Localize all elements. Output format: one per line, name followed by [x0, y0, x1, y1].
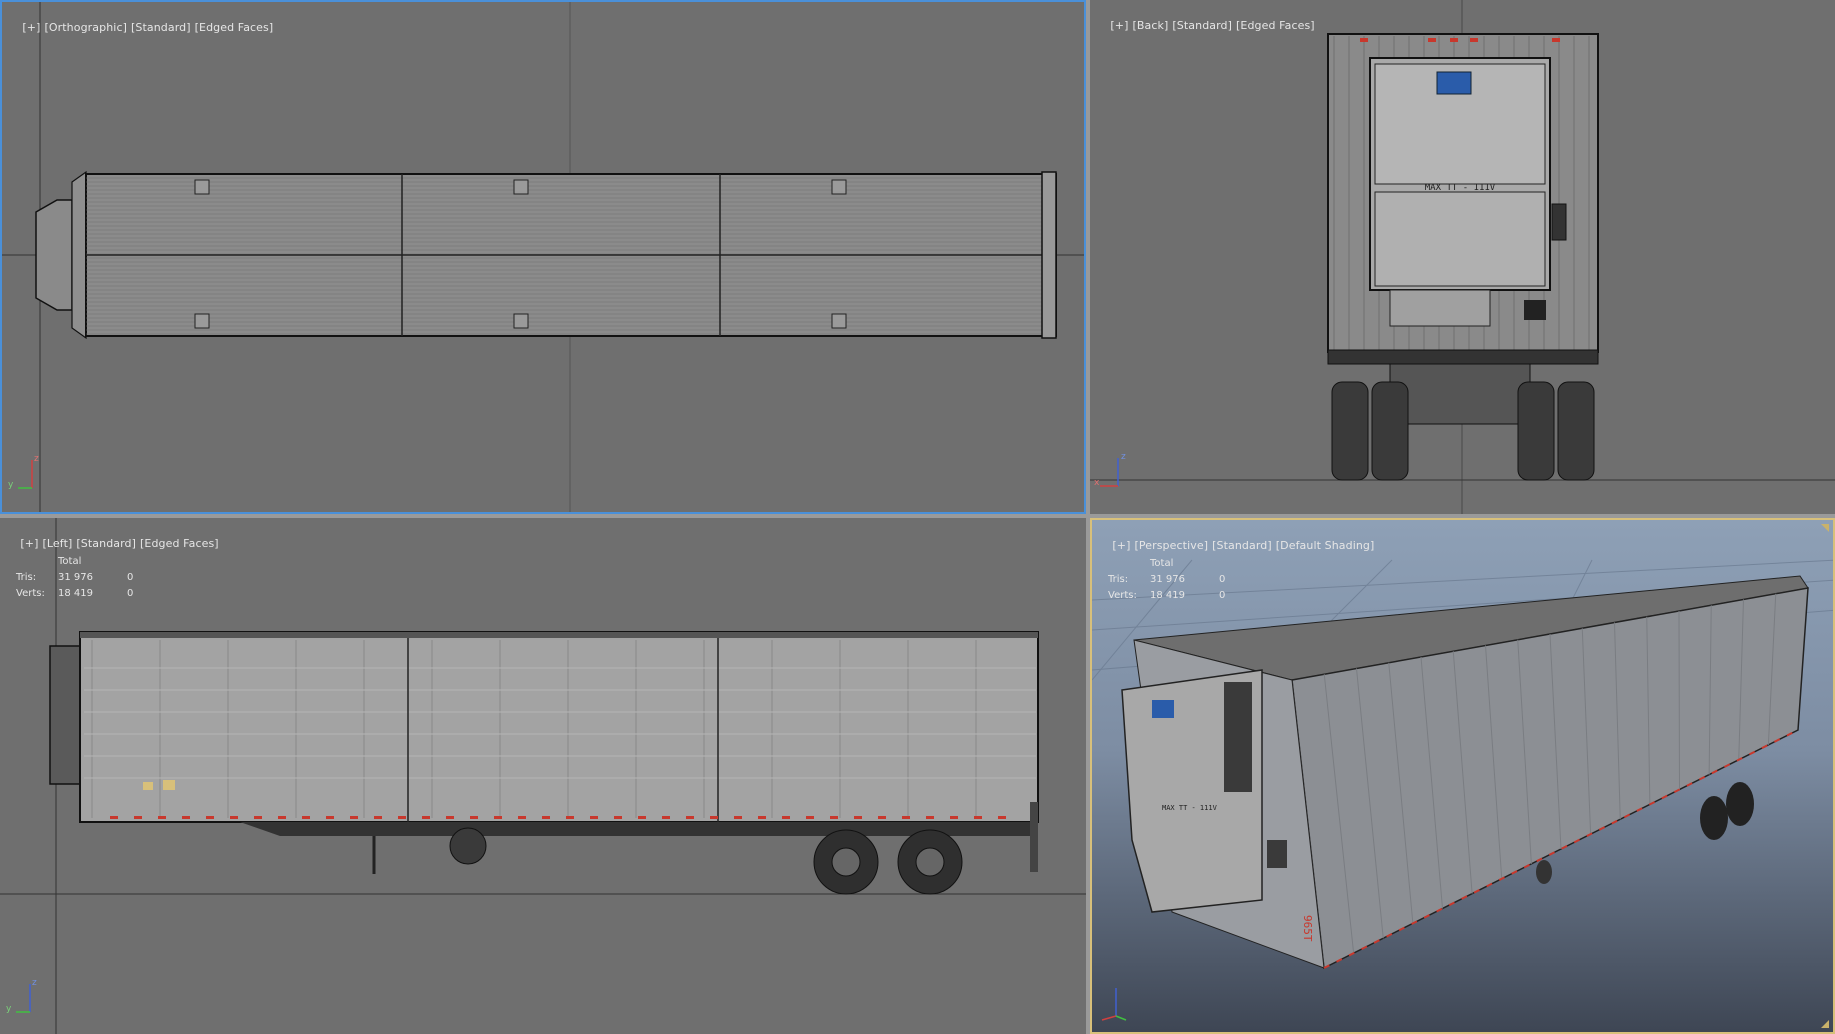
stats-selected: 0: [127, 572, 134, 583]
left-view-trailer: [0, 518, 1086, 1034]
axis-label-vertical: z: [1121, 452, 1126, 462]
view-type[interactable]: [Left]: [43, 537, 73, 550]
marker-light: [638, 816, 646, 819]
stats-label: Tris:: [1108, 574, 1129, 585]
marker-light: [350, 816, 358, 819]
stats-label: Verts:: [1108, 590, 1137, 601]
viewport-left[interactable]: [+] [Left] [Standard] [Edged Faces] Total T…: [0, 518, 1086, 1034]
rear-plate-text: 965T: [1301, 915, 1314, 942]
axis-gizmo: [1098, 982, 1128, 1022]
marker-light: [734, 816, 742, 819]
marker-light: [758, 816, 766, 819]
axis-label-horizontal: y: [6, 1004, 12, 1014]
marker-light: [926, 816, 934, 819]
marker-light: [806, 816, 814, 819]
back-view-trailer: MAX TT - 111V: [1090, 0, 1835, 514]
viewport-menu[interactable]: [+]: [1112, 539, 1130, 552]
top-view-trailer: [2, 2, 1084, 512]
marker-light: [470, 816, 478, 819]
marker-light: [590, 816, 598, 819]
viewport-label-back[interactable]: [+] [Back] [Standard] [Edged Faces]: [1096, 6, 1319, 45]
marker-light: [182, 816, 190, 819]
axis-label-vertical: z: [34, 454, 39, 464]
viewport-back[interactable]: MAX TT - 111V [+] [Back] [Standard] [Edged …: [1090, 0, 1835, 514]
viewport-top[interactable]: [+] [Orthographic] [Standard] [Edged Faces]…: [0, 0, 1086, 514]
viewport-menu[interactable]: [+]: [1110, 19, 1128, 32]
marker-light: [326, 816, 334, 819]
marker-light: [998, 816, 1006, 819]
viewport-menu[interactable]: [+]: [20, 537, 38, 550]
stats-header: Total: [58, 556, 82, 567]
marker-light: [974, 816, 982, 819]
stats-total: 31 976: [1150, 574, 1185, 585]
marker-light: [902, 816, 910, 819]
stats-overlay: Total Tris: 31 976 0 Verts: 18 419 0: [16, 556, 156, 604]
view-mode[interactable]: [Standard]: [131, 21, 191, 34]
marker-light: [158, 816, 166, 819]
marker-light: [782, 816, 790, 819]
marker-light: [110, 816, 118, 819]
stats-overlay: Total Tris: 31 976 0 Verts: 18 419 0: [1108, 558, 1248, 606]
stats-label: Verts:: [16, 588, 45, 599]
panel-rib: [1678, 610, 1680, 790]
view-type[interactable]: [Back]: [1133, 19, 1169, 32]
marker-light: [614, 816, 622, 819]
marker-light: [662, 816, 670, 819]
marker-light: [398, 816, 406, 819]
viewport-label-top[interactable]: [+] [Orthographic] [Standard] [Edged Faces]: [8, 8, 277, 47]
shading-mode[interactable]: [Default Shading]: [1276, 539, 1375, 552]
stats-selected: 0: [1219, 590, 1226, 601]
unit-text: MAX TT - 111V: [1425, 183, 1496, 193]
stats-total: 31 976: [58, 572, 93, 583]
marker-light: [422, 816, 430, 819]
shading-mode[interactable]: [Edged Faces]: [140, 537, 219, 550]
viewport-nav-triangle-icon[interactable]: [1821, 524, 1829, 532]
viewport-menu[interactable]: [+]: [22, 21, 40, 34]
stats-total: 18 419: [1150, 590, 1185, 601]
view-mode[interactable]: [Standard]: [76, 537, 136, 550]
axis-label-horizontal: y: [8, 480, 14, 490]
view-mode[interactable]: [Standard]: [1172, 19, 1232, 32]
view-type[interactable]: [Orthographic]: [45, 21, 127, 34]
stats-total: 18 419: [58, 588, 93, 599]
view-mode[interactable]: [Standard]: [1212, 539, 1272, 552]
marker-light: [134, 816, 142, 819]
unit-text: MAX TT - 111V: [1162, 804, 1218, 812]
marker-light: [518, 816, 526, 819]
marker-light: [446, 816, 454, 819]
shading-mode[interactable]: [Edged Faces]: [1236, 19, 1315, 32]
marker-light: [542, 816, 550, 819]
view-type[interactable]: [Perspective]: [1135, 539, 1209, 552]
marker-light: [830, 816, 838, 819]
axis-gizmo: y z: [6, 978, 37, 1018]
marker-light: [854, 816, 862, 819]
axis-label-vertical: z: [32, 978, 37, 988]
axis-label-horizontal: x: [1094, 478, 1100, 488]
viewport-perspective[interactable]: MAX TT - 111V 965T [+] [Perspective] [Stan…: [1090, 518, 1835, 1034]
marker-light: [566, 816, 574, 819]
marker-light: [710, 816, 718, 819]
marker-light: [686, 816, 694, 819]
stats-header: Total: [1150, 558, 1174, 569]
marker-light: [278, 816, 286, 819]
stats-label: Tris:: [16, 572, 37, 583]
shading-mode[interactable]: [Edged Faces]: [195, 21, 274, 34]
stats-selected: 0: [127, 588, 134, 599]
axis-gizmo: x z: [1094, 452, 1130, 492]
marker-light: [878, 816, 886, 819]
marker-light: [302, 816, 310, 819]
marker-light: [950, 816, 958, 819]
marker-light: [494, 816, 502, 819]
marker-light: [206, 816, 214, 819]
viewport-nav-triangle-icon[interactable]: [1821, 1020, 1829, 1028]
marker-light: [254, 816, 262, 819]
axis-gizmo: y z: [8, 454, 39, 494]
marker-light: [374, 816, 382, 819]
stats-selected: 0: [1219, 574, 1226, 585]
marker-light: [230, 816, 238, 819]
